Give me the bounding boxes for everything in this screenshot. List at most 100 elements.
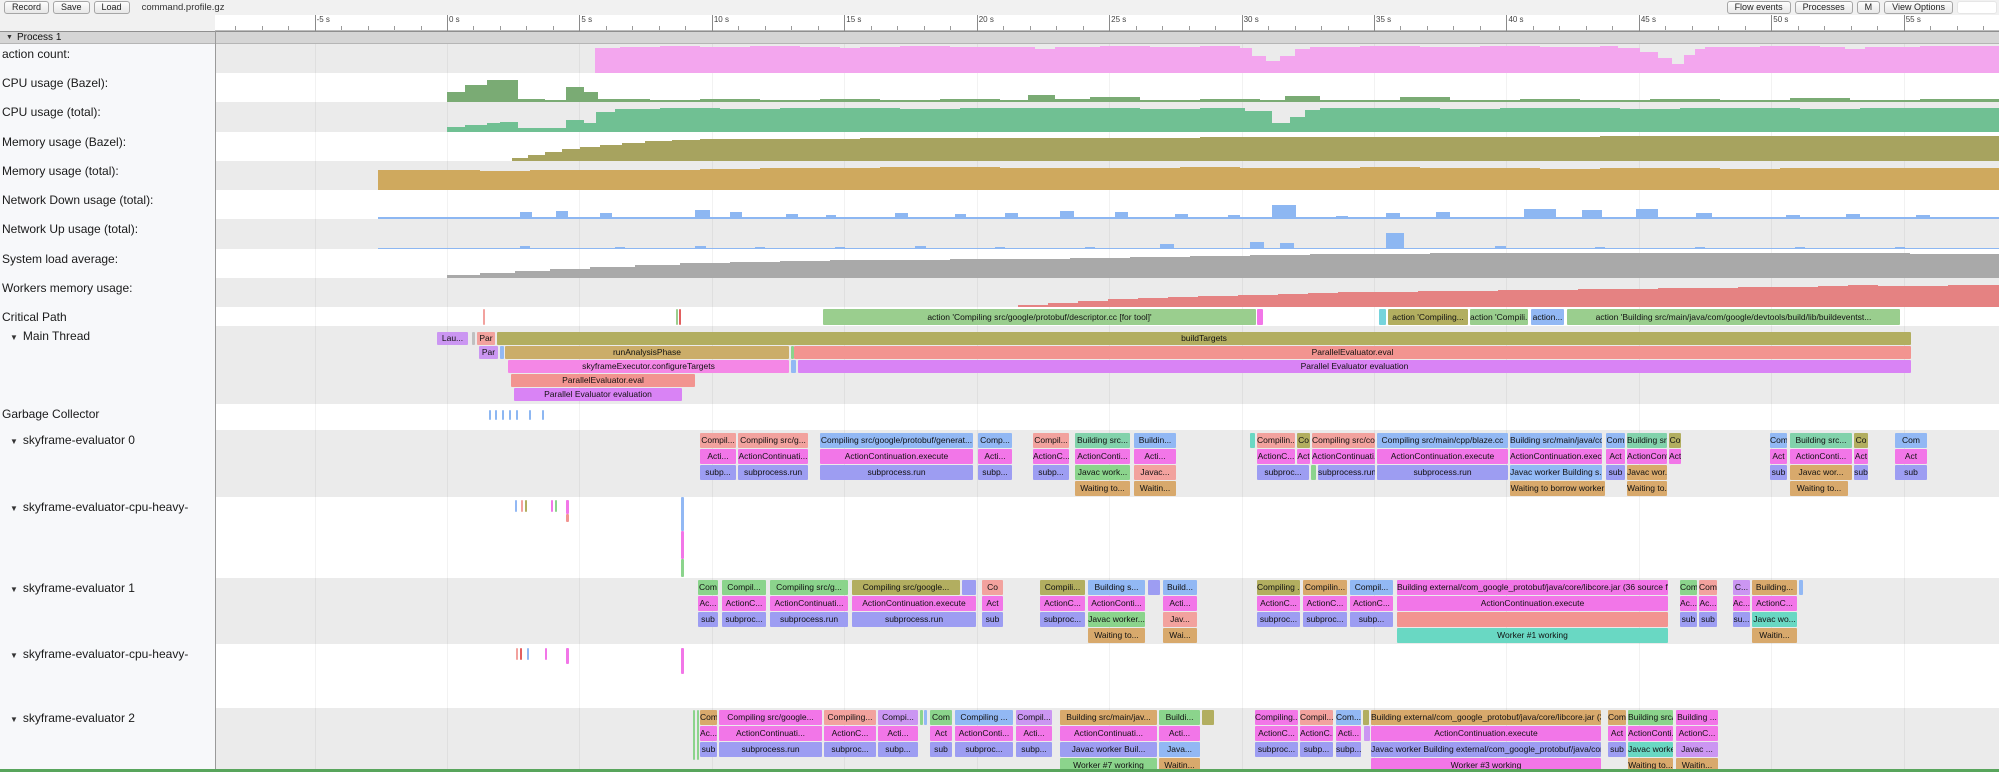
event-bar[interactable]: Acti... [978, 449, 1012, 464]
event-bar[interactable]: ParallelEvaluator.eval [511, 374, 695, 387]
event-bar[interactable]: subprocess.run [852, 612, 976, 627]
event-sliver[interactable] [679, 309, 681, 325]
event-sliver[interactable] [791, 360, 796, 373]
event-bar[interactable]: Compiling... [1255, 710, 1298, 725]
event-bar[interactable]: ActionC... [824, 726, 876, 741]
event-bar[interactable]: Javac wor... [1790, 465, 1852, 480]
event-bar[interactable]: ActionConti... [1627, 449, 1667, 464]
event-bar[interactable]: Acti... [1016, 726, 1052, 741]
event-bar[interactable]: Compiling... [824, 710, 876, 725]
event-bar[interactable]: Com [930, 710, 952, 725]
event-bar[interactable]: Waitin... [1134, 481, 1176, 496]
event-bar[interactable]: ActionContinuation.execute [1377, 449, 1508, 464]
event-bar[interactable]: Compi... [878, 710, 918, 725]
event-bar[interactable]: subprocess.run [820, 465, 973, 480]
event-bar[interactable]: Worker #1 working [1397, 628, 1668, 643]
event-bar[interactable]: subprocess.run [738, 465, 808, 480]
track-label-main-thread[interactable]: ▼Main Thread [2, 329, 90, 343]
event-bar[interactable]: Co [1854, 433, 1868, 448]
event-bar[interactable]: Compiling src/g... [770, 580, 848, 595]
event-bar[interactable]: subproc... [1303, 612, 1347, 627]
event-bar[interactable]: Parallel Evaluator evaluation [798, 360, 1911, 373]
event-bar[interactable]: ActionConti... [955, 726, 1013, 741]
event-bar[interactable]: subp... [878, 742, 918, 757]
event-bar[interactable]: ActionC... [1033, 449, 1069, 464]
event-sliver[interactable] [520, 648, 522, 660]
event-bar[interactable]: Co [982, 580, 1003, 595]
event-sliver[interactable] [521, 500, 523, 512]
event-bar[interactable]: Building src/main/java/com/go... [1510, 433, 1602, 448]
event-bar[interactable]: ActionC... [722, 596, 766, 611]
event-bar[interactable]: sub [1854, 465, 1868, 480]
event-bar[interactable]: Act [1608, 726, 1626, 741]
event-bar[interactable]: Javac work... [1075, 465, 1130, 480]
event-sliver[interactable] [697, 710, 699, 760]
event-bar[interactable]: subproc... [955, 742, 1013, 757]
event-sliver[interactable] [525, 500, 527, 512]
event-bar[interactable]: ActionC... [1257, 596, 1300, 611]
event-bar[interactable]: Act [1895, 449, 1927, 464]
event-bar[interactable]: Par [479, 346, 498, 359]
event-sliver[interactable] [551, 500, 553, 512]
event-sliver[interactable] [566, 514, 569, 522]
event-sliver[interactable] [529, 410, 531, 420]
event-bar[interactable]: ActionContinuati... [719, 726, 822, 741]
event-sliver[interactable] [555, 500, 557, 512]
event-bar[interactable]: ActionContinuati... [770, 596, 848, 611]
event-bar[interactable]: ActionContinuation.execute [820, 449, 973, 464]
event-sliver[interactable] [472, 332, 475, 345]
event-bar[interactable]: Act [930, 726, 952, 741]
event-bar[interactable]: Act [1770, 449, 1787, 464]
event-bar[interactable]: subp... [1033, 465, 1069, 480]
event-sliver[interactable] [509, 410, 511, 420]
event-sliver[interactable] [489, 410, 491, 420]
event-bar[interactable]: Ac... [698, 596, 718, 611]
event-bar[interactable]: subprocess.run [770, 612, 848, 627]
processes-button[interactable]: Processes [1795, 1, 1853, 14]
event-bar[interactable]: subproc... [1257, 465, 1309, 480]
event-bar[interactable]: Javac worker Building s... [1510, 465, 1602, 480]
event-bar[interactable]: sub [698, 612, 718, 627]
event-bar[interactable]: Compiling src/google... [719, 710, 822, 725]
event-bar[interactable]: Com [1699, 580, 1717, 595]
event-sliver[interactable] [1257, 309, 1263, 325]
event-bar[interactable]: Compiling ... [955, 710, 1013, 725]
event-bar[interactable]: action... [1531, 309, 1564, 325]
event-bar[interactable]: Compil... [1300, 710, 1333, 725]
event-bar[interactable]: Compil... [1033, 433, 1069, 448]
event-bar[interactable]: Waiting to borrow worker [1510, 481, 1605, 496]
track-label-skyframe-evaluator-2[interactable]: ▼skyframe-evaluator 2 [2, 711, 135, 725]
event-bar[interactable]: ParallelEvaluator.eval [794, 346, 1911, 359]
event-bar[interactable]: Buildin... [1134, 433, 1176, 448]
event-bar[interactable]: Building src... [1075, 433, 1130, 448]
event-sliver[interactable] [1311, 465, 1316, 480]
track-label-skyframe-evaluator-0[interactable]: ▼skyframe-evaluator 0 [2, 433, 135, 447]
event-bar[interactable]: Compilin... [1257, 433, 1295, 448]
event-bar[interactable]: Compiling src/google/protobuf/generat... [820, 433, 973, 448]
event-bar[interactable]: Acti... [1134, 449, 1176, 464]
load-button[interactable]: Load [94, 1, 130, 14]
event-bar[interactable]: ActionC... [1303, 596, 1347, 611]
event-bar[interactable]: sub [700, 742, 717, 757]
event-bar[interactable]: subp... [978, 465, 1012, 480]
event-bar[interactable]: sub [1770, 465, 1787, 480]
record-button[interactable]: Record [4, 1, 49, 14]
event-bar[interactable]: runAnalysisPhase [505, 346, 789, 359]
event-bar[interactable]: action 'Compiling src/google/protobuf/de… [823, 309, 1256, 325]
event-bar[interactable]: ActionContinuation.execute [1510, 449, 1602, 464]
event-bar[interactable]: Comp... [978, 433, 1012, 448]
event-bar[interactable]: sub [1699, 612, 1717, 627]
event-bar[interactable]: Javac wor... [1627, 465, 1667, 480]
event-bar[interactable]: Javac ... [1676, 742, 1718, 757]
event-bar[interactable]: C... [1733, 580, 1750, 595]
event-sliver[interactable] [962, 580, 976, 595]
event-bar[interactable]: Act [1606, 449, 1625, 464]
metadata-button[interactable]: M [1857, 1, 1881, 14]
event-bar[interactable]: Building s... [1088, 580, 1145, 595]
event-sliver[interactable] [527, 648, 529, 660]
event-bar[interactable]: Ac... [1680, 596, 1697, 611]
event-bar[interactable]: ActionC... [1676, 726, 1718, 741]
event-bar[interactable]: Ac... [1699, 596, 1717, 611]
event-sliver[interactable] [1148, 580, 1160, 595]
event-bar[interactable]: action 'Compiling... [1388, 309, 1468, 325]
